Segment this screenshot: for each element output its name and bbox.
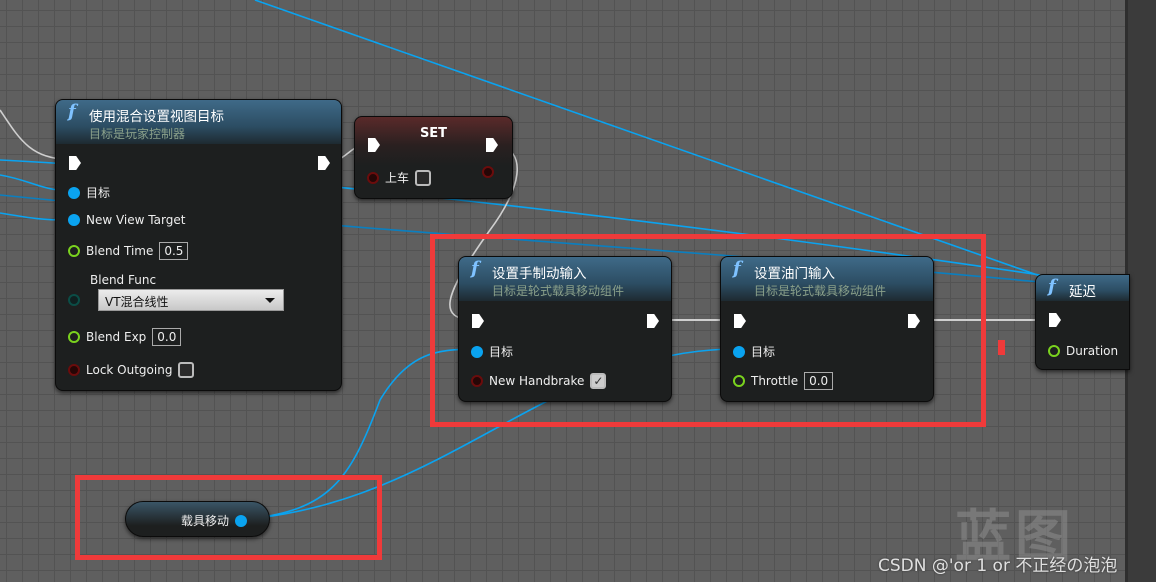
new-view-target-pin[interactable] bbox=[68, 214, 80, 226]
target-pin[interactable] bbox=[68, 186, 80, 199]
blend-exp-input[interactable]: 0.0 bbox=[152, 328, 182, 346]
chevron-down-icon bbox=[265, 298, 275, 303]
blend-time-pin[interactable] bbox=[68, 245, 80, 257]
blend-exp-pin[interactable] bbox=[68, 331, 80, 343]
node-set[interactable]: SET 上车 bbox=[354, 116, 513, 199]
pin-label: 上车 bbox=[385, 171, 410, 185]
pin-label: Blend Exp bbox=[86, 330, 147, 344]
exec-out-pin[interactable] bbox=[318, 156, 330, 170]
node-title: 延迟 bbox=[1069, 284, 1096, 300]
exec-out-pin[interactable] bbox=[486, 138, 498, 152]
highlight-box-nodes bbox=[430, 234, 986, 427]
blend-time-input[interactable]: 0.5 bbox=[159, 242, 189, 260]
pin-label: Duration bbox=[1066, 344, 1119, 358]
pin-label: 目标 bbox=[86, 186, 111, 200]
blend-func-pin[interactable] bbox=[68, 294, 80, 306]
node-delay[interactable]: f 延迟 Duration bbox=[1035, 274, 1130, 370]
function-icon: f bbox=[1048, 276, 1056, 297]
red-marker bbox=[998, 340, 1005, 355]
pin-label: Blend Time bbox=[86, 244, 154, 258]
pin-label: Lock Outgoing bbox=[86, 363, 173, 377]
boarding-out-pin[interactable] bbox=[482, 166, 494, 178]
boarding-pin[interactable] bbox=[367, 171, 379, 184]
exec-in-pin[interactable] bbox=[69, 156, 81, 170]
highlight-box-variable bbox=[75, 475, 382, 560]
node-title: 使用混合设置视图目标 bbox=[89, 109, 224, 125]
exec-in-pin[interactable] bbox=[368, 138, 380, 152]
node-subtitle: 目标是玩家控制器 bbox=[89, 127, 186, 141]
function-icon: f bbox=[68, 101, 76, 122]
pin-label: Blend Func bbox=[90, 273, 157, 287]
node-set-view-target-with-blend[interactable]: f 使用混合设置视图目标 目标是玩家控制器 目标 New View Target B… bbox=[55, 99, 342, 391]
credit-text: CSDN @'or 1 or 不正经の泡泡 bbox=[878, 556, 1118, 576]
boarding-checkbox[interactable] bbox=[415, 169, 432, 186]
pin-label: New View Target bbox=[86, 213, 186, 227]
exec-in-pin[interactable] bbox=[1049, 313, 1061, 327]
blend-func-dropdown[interactable]: VT混合线性 bbox=[98, 289, 284, 311]
lock-outgoing-checkbox[interactable] bbox=[178, 362, 195, 378]
lock-outgoing-pin[interactable] bbox=[68, 364, 80, 376]
dropdown-value: VT混合线性 bbox=[105, 295, 169, 309]
duration-pin[interactable] bbox=[1048, 345, 1060, 357]
